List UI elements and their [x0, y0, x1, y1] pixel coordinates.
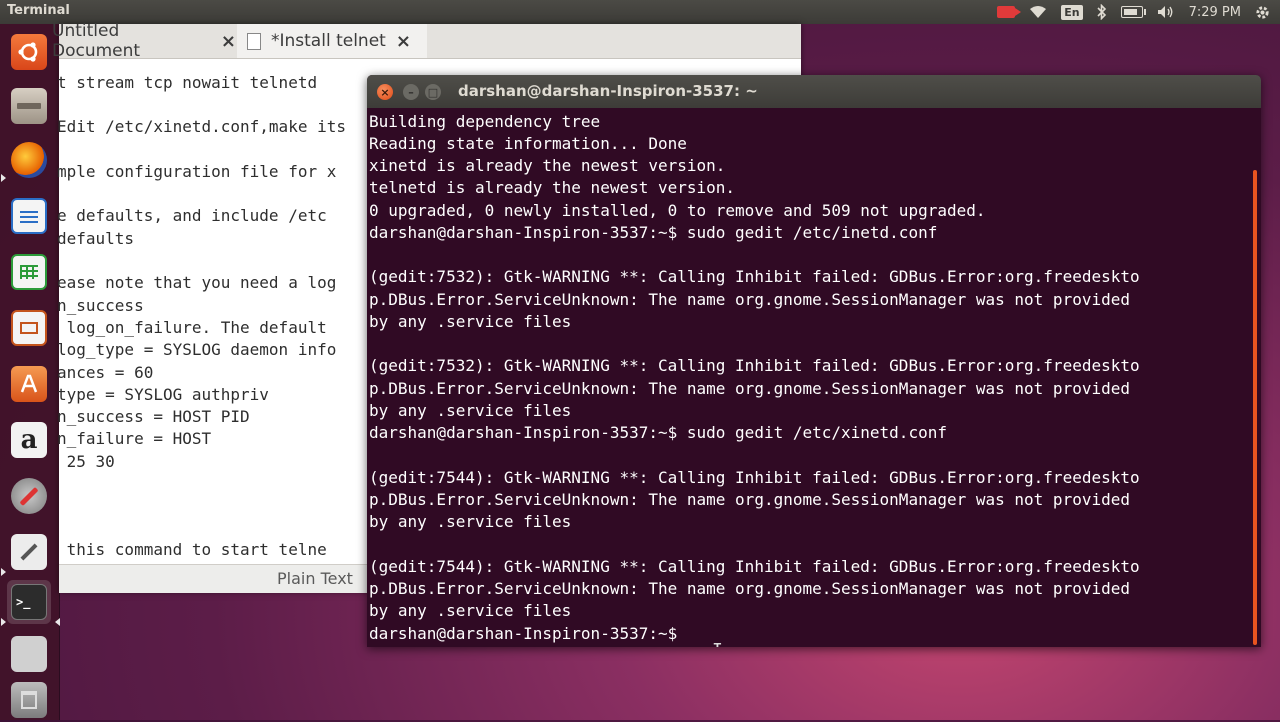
- terminal-line: Reading state information... Done: [369, 134, 687, 153]
- editor-line: ances = 60: [57, 363, 154, 382]
- terminal-scrollbar[interactable]: [1253, 170, 1257, 645]
- gedit-tab-bar: Untitled Document × *Install telnet ×: [52, 21, 801, 61]
- terminal-line: (gedit:7544): Gtk-WARNING **: Calling In…: [369, 468, 1140, 487]
- trash-icon: [11, 682, 47, 718]
- terminal-line: p.DBus.Error.ServiceUnknown: The name or…: [369, 379, 1130, 398]
- language-selector[interactable]: Plain Text: [277, 569, 353, 588]
- text-cursor-icon: I: [712, 640, 723, 647]
- editor-line: log_on_failure. The default: [57, 318, 327, 337]
- software-center-launcher[interactable]: [7, 362, 51, 406]
- window-maximize-button[interactable]: □: [425, 84, 441, 100]
- wrench-gear-icon: [11, 478, 47, 514]
- system-settings-launcher[interactable]: [7, 474, 51, 518]
- terminal-line: darshan@darshan-Inspiron-3537:~$ sudo ge…: [369, 223, 938, 242]
- camera-icon[interactable]: [997, 6, 1022, 18]
- writer-launcher[interactable]: [7, 194, 51, 238]
- tab-untitled-document[interactable]: Untitled Document ×: [52, 21, 236, 61]
- terminal-line: (gedit:7532): Gtk-WARNING **: Calling In…: [369, 356, 1140, 375]
- terminal-launcher[interactable]: >_: [7, 580, 51, 624]
- ubuntu-dash-button[interactable]: [7, 30, 51, 74]
- terminal-titlebar[interactable]: × – □ darshan@darshan-Inspiron-3537: ~: [367, 75, 1261, 108]
- terminal-line: by any .service files: [369, 512, 572, 531]
- terminal-line: p.DBus.Error.ServiceUnknown: The name or…: [369, 490, 1130, 509]
- editor-line: n_success = HOST PID: [57, 407, 250, 426]
- terminal-line: p.DBus.Error.ServiceUnknown: The name or…: [369, 290, 1130, 309]
- editor-line: this command to start telne: [57, 540, 327, 559]
- trash-launcher[interactable]: [7, 678, 51, 722]
- amazon-launcher[interactable]: a: [7, 418, 51, 462]
- running-indicator: [1, 568, 6, 576]
- terminal-icon: >_: [11, 584, 47, 620]
- calc-launcher[interactable]: [7, 250, 51, 294]
- editor-line: log_type = SYSLOG daemon info: [57, 340, 337, 359]
- terminal-output[interactable]: Building dependency tree Reading state i…: [369, 110, 1249, 647]
- terminal-line: by any .service files: [369, 601, 572, 620]
- editor-line: n_failure = HOST: [57, 429, 212, 448]
- gear-icon[interactable]: [1255, 5, 1270, 20]
- wifi-icon[interactable]: [1029, 5, 1047, 19]
- volume-icon[interactable]: [1157, 5, 1175, 19]
- editor-line: n_success: [57, 296, 144, 315]
- tab-label: Untitled Document: [52, 21, 141, 61]
- terminal-line: p.DBus.Error.ServiceUnknown: The name or…: [369, 579, 1130, 598]
- firefox-launcher[interactable]: [7, 138, 51, 182]
- shopping-bag-icon: [11, 366, 47, 402]
- files-launcher[interactable]: [7, 84, 51, 128]
- amazon-icon: a: [11, 422, 47, 458]
- keyboard-language-indicator[interactable]: En: [1061, 4, 1083, 20]
- terminal-line: telnetd is already the newest version.: [369, 178, 736, 197]
- impress-launcher[interactable]: [7, 306, 51, 350]
- terminal-line: darshan@darshan-Inspiron-3537:~$ sudo ge…: [369, 423, 947, 442]
- tab-close-icon[interactable]: ×: [221, 31, 236, 52]
- firefox-icon: [11, 142, 47, 178]
- workspace-grid-icon: [11, 636, 47, 672]
- editor-line: ease note that you need a log: [57, 273, 337, 292]
- tab-close-icon[interactable]: ×: [396, 31, 411, 52]
- indicator-area: En 7:29 PM: [997, 0, 1270, 24]
- terminal-line: Building dependency tree: [369, 112, 601, 131]
- running-indicator: [1, 174, 6, 182]
- editor-line: 25 30: [57, 452, 115, 471]
- tab-label: *Install telnet: [271, 31, 386, 51]
- terminal-line: (gedit:7544): Gtk-WARNING **: Calling In…: [369, 557, 1140, 576]
- terminal-line: by any .service files: [369, 401, 572, 420]
- window-minimize-button[interactable]: –: [403, 84, 419, 100]
- text-editor-icon: [11, 534, 47, 570]
- bluetooth-icon[interactable]: [1097, 4, 1107, 20]
- terminal-line: by any .service files: [369, 312, 572, 331]
- file-cabinet-icon: [11, 88, 47, 124]
- terminal-line: (gedit:7532): Gtk-WARNING **: Calling In…: [369, 267, 1140, 286]
- window-title: darshan@darshan-Inspiron-3537: ~: [458, 82, 758, 100]
- document-icon: [247, 32, 261, 50]
- clock[interactable]: 7:29 PM: [1189, 5, 1241, 20]
- terminal-line: 0 upgraded, 0 newly installed, 0 to remo…: [369, 201, 986, 220]
- battery-icon[interactable]: [1120, 6, 1146, 18]
- editor-line: mple configuration file for x: [57, 162, 337, 181]
- terminal-prompt-line: darshan@darshan-Inspiron-3537:~$: [369, 624, 687, 643]
- editor-line: t stream tcp nowait telnetd: [57, 73, 318, 92]
- editor-line: type = SYSLOG authpriv: [57, 385, 269, 404]
- running-indicator: [1, 618, 6, 626]
- workspace-switcher-launcher[interactable]: [7, 632, 51, 676]
- focused-indicator: [55, 618, 60, 626]
- editor-line: defaults: [57, 229, 135, 248]
- ubuntu-logo-icon: [11, 34, 47, 70]
- window-close-button[interactable]: ×: [377, 84, 393, 100]
- launcher: a >_: [0, 24, 60, 720]
- spreadsheet-icon: [11, 254, 47, 290]
- terminal-window: × – □ darshan@darshan-Inspiron-3537: ~ B…: [367, 75, 1261, 647]
- editor-line: Edit /etc/xinetd.conf,make its: [57, 117, 346, 136]
- terminal-line: xinetd is already the newest version.: [369, 156, 726, 175]
- editor-line: e defaults, and include /etc: [57, 206, 327, 225]
- tab-install-telnet[interactable]: *Install telnet ×: [237, 24, 427, 58]
- text-editor-launcher[interactable]: [7, 530, 51, 574]
- presentation-icon: [11, 310, 47, 346]
- active-app-title: Terminal: [7, 3, 70, 18]
- writer-document-icon: [11, 198, 47, 234]
